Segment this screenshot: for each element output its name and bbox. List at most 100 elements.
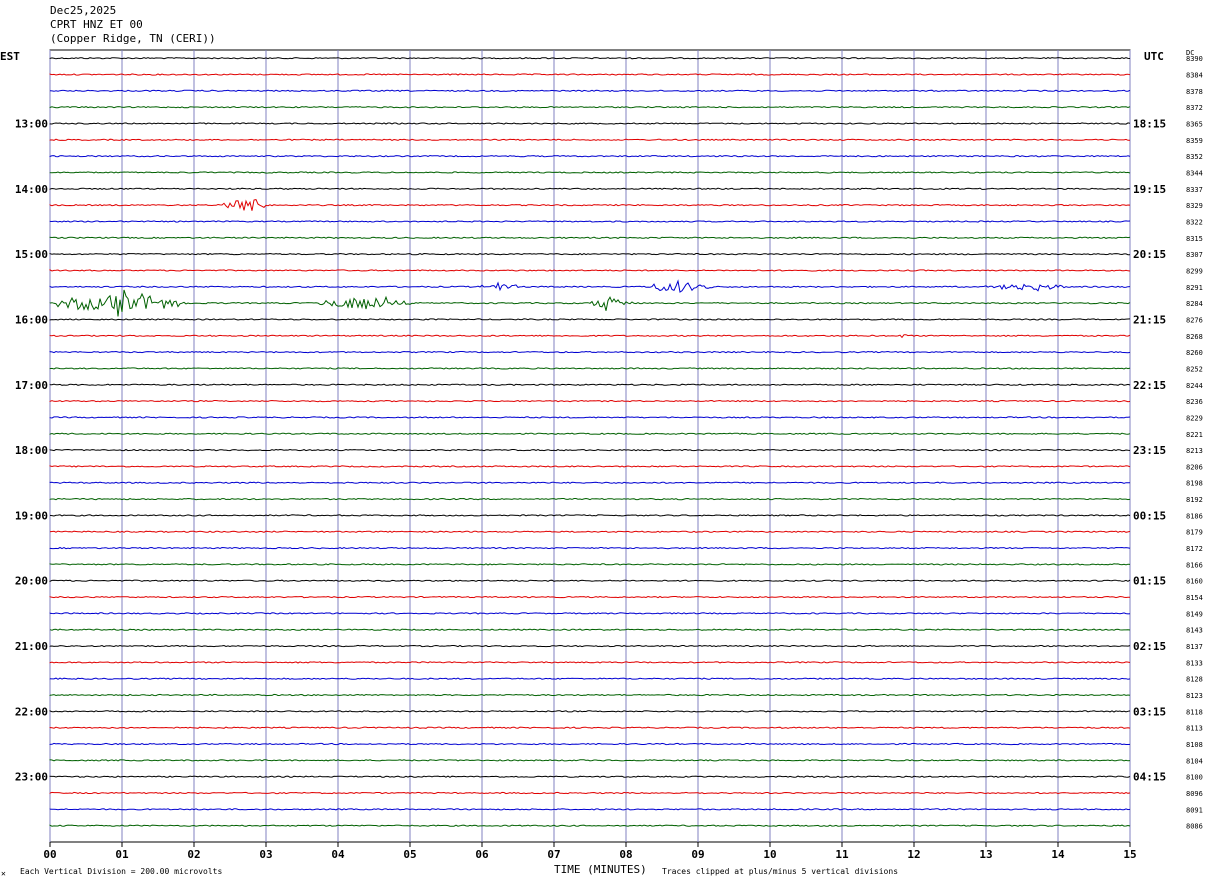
x-tick-label: 03	[259, 848, 272, 861]
clip-note: Traces clipped at plus/minus 5 vertical …	[662, 867, 899, 876]
trace-line-row-12	[49, 252, 1130, 256]
dc-value: 8352	[1186, 153, 1203, 161]
helicorder-plot: 00 01 02 03 04 05 06 07 08 09 10 11 12 13 14 1583908384…	[15, 49, 1203, 861]
x-tick-label: 06	[475, 848, 489, 861]
trace-line-row-25	[49, 465, 1131, 468]
date-label: Dec25,2025	[50, 4, 117, 17]
trace-line-row-28	[49, 514, 1131, 517]
dc-value: 8179	[1186, 529, 1203, 537]
x-tick-label: 10	[763, 848, 776, 861]
trace-line-row-47	[49, 824, 1131, 827]
dc-value: 8113	[1186, 725, 1203, 733]
trace-line-row-10	[49, 220, 1131, 223]
dc-value: 8108	[1186, 741, 1203, 749]
trace-line-row-4	[49, 122, 1131, 125]
dc-value: 8307	[1186, 251, 1203, 259]
trace-line-row-9	[49, 199, 1131, 211]
trace-line-row-40	[49, 710, 1131, 713]
trace-line-row-43	[49, 759, 1131, 762]
dc-value: 8149	[1186, 610, 1203, 618]
scale-note: Each Vertical Division = 200.00 microvol…	[20, 867, 223, 876]
dc-value: 8213	[1186, 447, 1203, 455]
utc-hour-label: 02:15	[1133, 640, 1166, 653]
dc-value: 8100	[1186, 774, 1203, 782]
dc-value: 8091	[1186, 806, 1203, 814]
trace-line-row-23	[49, 432, 1131, 435]
trace-line-row-46	[49, 808, 1131, 811]
trace-line-row-35	[49, 628, 1131, 631]
utc-hour-label: 23:15	[1133, 444, 1166, 457]
trace-line-row-1	[49, 73, 1131, 76]
trace-line-row-14	[49, 279, 1131, 293]
est-hour-label: 17:00	[15, 379, 48, 392]
dc-value: 8315	[1186, 235, 1203, 243]
x-tick-label: 11	[835, 848, 849, 861]
trace-line-row-24	[49, 448, 1131, 452]
dc-value: 8118	[1186, 708, 1203, 716]
dc-value: 8284	[1186, 300, 1203, 308]
dc-value: 8123	[1186, 692, 1203, 700]
x-tick-label: 15	[1123, 848, 1136, 861]
x-tick-label: 04	[331, 848, 345, 861]
trace-line-row-33	[49, 595, 1130, 599]
x-tick-label: 00	[43, 848, 56, 861]
dc-value: 8384	[1186, 71, 1203, 79]
x-tick-label: 09	[691, 848, 704, 861]
dc-value: 8192	[1186, 496, 1203, 504]
trace-line-row-29	[49, 530, 1131, 533]
trace-line-row-8	[49, 187, 1131, 190]
dc-value: 8372	[1186, 104, 1203, 112]
utc-hour-label: 18:15	[1133, 117, 1166, 130]
utc-hour-label: 00:15	[1133, 509, 1166, 522]
est-hour-label: 22:00	[15, 705, 48, 718]
x-axis-title: TIME (MINUTES)	[554, 863, 647, 876]
dc-column-label: DC	[1186, 49, 1195, 57]
x-tick-label: 05	[403, 848, 416, 861]
dc-value: 8244	[1186, 382, 1203, 390]
dc-value: 8359	[1186, 137, 1203, 145]
utc-hour-label: 22:15	[1133, 379, 1166, 392]
trace-line-row-18	[49, 350, 1131, 354]
trace-line-row-34	[49, 612, 1131, 615]
x-tick-label: 12	[907, 848, 920, 861]
dc-value: 8268	[1186, 333, 1203, 341]
utc-axis-label: UTC	[1144, 50, 1164, 63]
dc-value: 8378	[1186, 88, 1203, 96]
trace-line-row-6	[49, 154, 1131, 158]
trace-line-row-37	[49, 661, 1131, 664]
trace-line-row-30	[49, 546, 1131, 550]
est-hour-label: 13:00	[15, 117, 48, 130]
trace-line-row-39	[49, 693, 1131, 697]
trace-line-row-27	[49, 497, 1131, 501]
est-axis-label: EST	[0, 50, 20, 63]
est-hour-label: 19:00	[15, 509, 48, 522]
trace-line-row-45	[49, 791, 1131, 795]
utc-hour-label: 04:15	[1133, 771, 1166, 784]
utc-hour-label: 20:15	[1133, 248, 1166, 261]
trace-line-row-7	[49, 171, 1131, 174]
x-tick-label: 13	[979, 848, 992, 861]
trace-line-row-22	[49, 416, 1131, 419]
est-hour-label: 23:00	[15, 771, 48, 784]
trace-line-row-44	[49, 775, 1131, 778]
trace-line-row-26	[49, 481, 1131, 484]
trace-line-row-11	[49, 236, 1131, 239]
trace-line-row-3	[49, 106, 1131, 109]
x-tick-label: 14	[1051, 848, 1065, 861]
trace-line-row-2	[49, 89, 1131, 92]
dc-value: 8198	[1186, 480, 1203, 488]
utc-hour-label: 19:15	[1133, 183, 1166, 196]
dc-value: 8086	[1186, 823, 1203, 831]
trace-line-row-0	[49, 57, 1131, 60]
trace-line-row-19	[49, 367, 1131, 370]
trace-line-row-17	[49, 334, 1131, 339]
trace-line-row-38	[49, 677, 1131, 680]
x-tick-label: 02	[187, 848, 200, 861]
dc-value: 8137	[1186, 643, 1203, 651]
station-label: CPRT HNZ ET 00	[50, 18, 143, 31]
trace-line-row-5	[49, 138, 1130, 141]
dc-value: 8221	[1186, 431, 1203, 439]
trace-line-row-20	[49, 383, 1131, 386]
dc-value: 8260	[1186, 349, 1203, 357]
corner-mark: ✕	[1, 869, 6, 878]
